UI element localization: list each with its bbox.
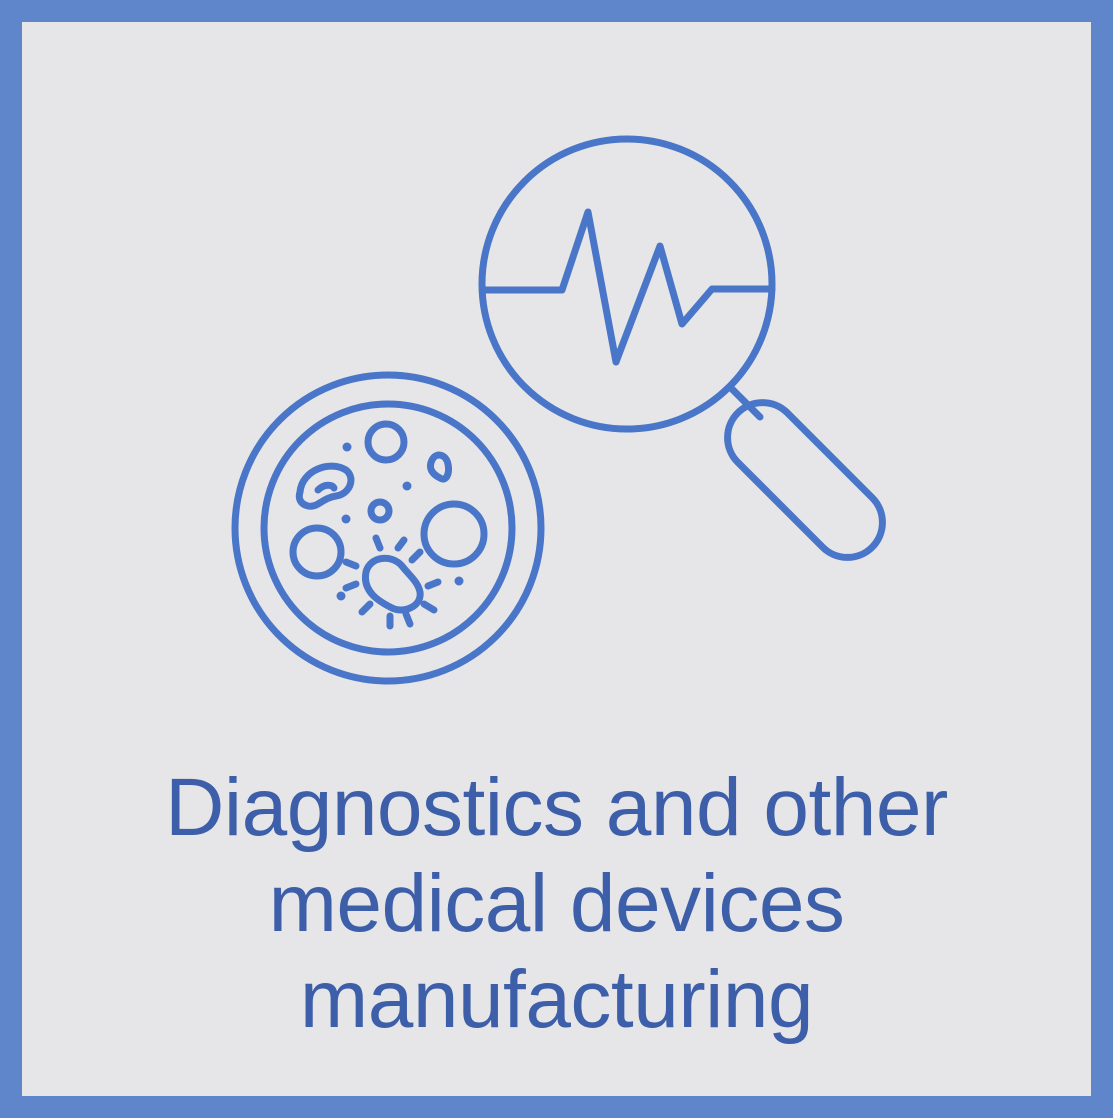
heartbeat-pulse-icon [480, 208, 776, 366]
tile-caption: Diagnostics and other medical devices ma… [22, 760, 1091, 1048]
bacteria-icon [289, 420, 488, 630]
caption-line-3: manufacturing [299, 954, 814, 1045]
caption-line-1: Diagnostics and other [165, 762, 948, 853]
magnifying-glass-icon [478, 135, 886, 561]
caption-line-2: medical devices [268, 858, 845, 949]
